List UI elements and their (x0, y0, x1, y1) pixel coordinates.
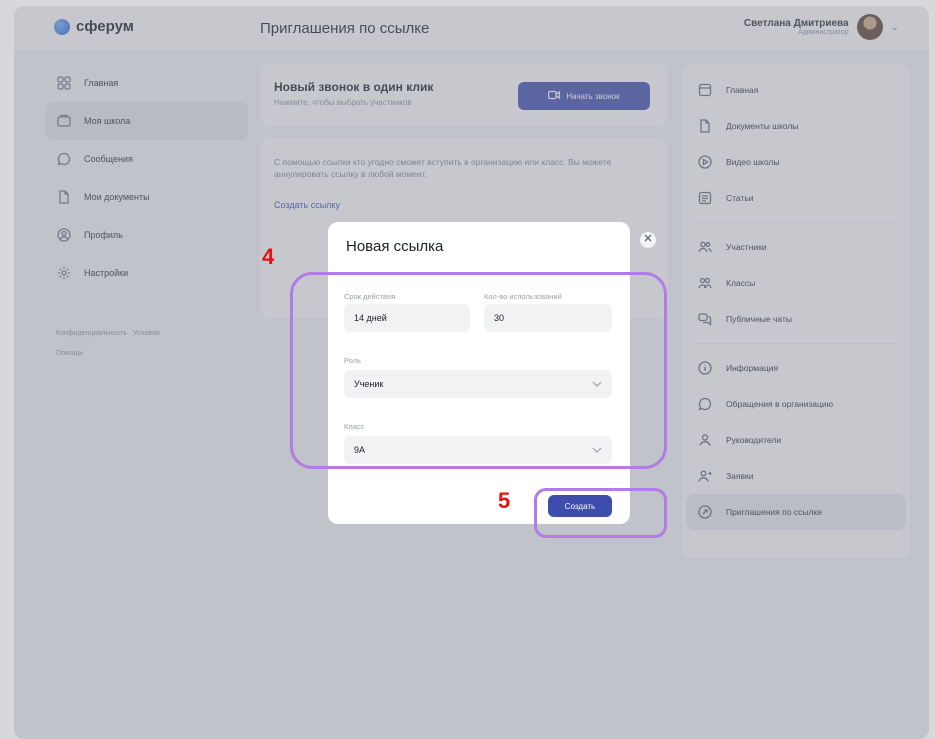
create-button-highlight (534, 488, 667, 538)
close-dialog-button[interactable] (640, 232, 656, 248)
fields-highlight (290, 272, 667, 469)
step-number-5: 5 (498, 488, 511, 513)
dialog-title: Новая ссылка (346, 238, 444, 255)
close-icon (642, 231, 654, 249)
app-window: сферум Приглашения по ссылке Светлана Дм… (14, 6, 929, 739)
step-number-4: 4 (262, 244, 275, 269)
